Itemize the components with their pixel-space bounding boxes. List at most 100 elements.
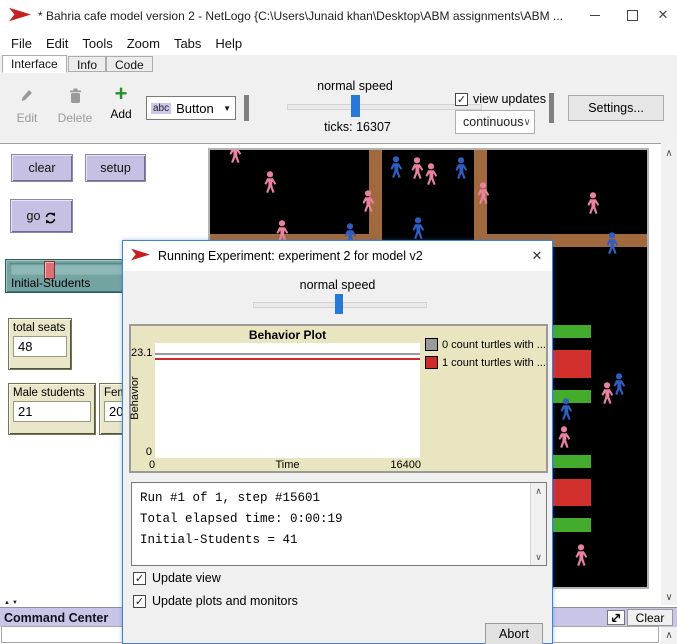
plot-ymax-tick: 23.1	[131, 347, 152, 359]
blue-student-agent	[413, 217, 425, 239]
forever-loop-icon	[45, 212, 56, 227]
menu-zoom[interactable]: Zoom	[120, 34, 167, 53]
update-view-checkbox[interactable]: ✓	[133, 572, 146, 585]
blue-student-agent	[614, 373, 626, 395]
update-mode-value: continuous	[463, 115, 523, 129]
speed-slider-thumb[interactable]	[351, 95, 360, 117]
total-seats-value: 48	[13, 336, 67, 357]
vertical-scrollbar[interactable]: ∧ ∨	[661, 143, 677, 605]
menu-file[interactable]: File	[4, 34, 39, 53]
update-plots-checkbox[interactable]: ✓	[133, 595, 146, 608]
pink-student-agent	[265, 171, 277, 193]
ticks-counter: ticks: 16307	[295, 120, 420, 134]
output-scroll-down-icon[interactable]: ∨	[531, 550, 546, 564]
maximize-button[interactable]	[615, 0, 649, 30]
output-line: Total elapsed time: 0:00:19	[140, 509, 523, 530]
legend-entry: 0 count turtles with ...	[425, 338, 545, 351]
plot-series-line	[155, 358, 420, 360]
chevron-down-icon: ∨	[523, 117, 530, 128]
scroll-up-icon[interactable]: ∧	[661, 145, 677, 161]
dialog-speed-label: normal speed	[123, 278, 552, 292]
blue-student-agent	[391, 156, 403, 178]
netlogo-logo-icon	[9, 7, 31, 25]
dialog-title: Running Experiment: experiment 2 for mod…	[158, 249, 522, 263]
plot-title: Behavior Plot	[155, 328, 420, 342]
initial-students-slider-label: Initial-Students	[11, 276, 90, 290]
plus-icon: +	[115, 85, 128, 103]
plot-area	[155, 343, 420, 458]
go-button[interactable]: go	[10, 199, 73, 233]
go-button-label: go	[27, 209, 41, 223]
dialog-speed-thumb[interactable]	[335, 294, 343, 314]
view-updates-row: ✓ view updates	[455, 92, 546, 106]
plot-y-axis-label: Behavior	[129, 368, 141, 428]
close-button[interactable]: ✕	[646, 0, 677, 30]
update-view-label: Update view	[152, 571, 221, 585]
output-scroll-up-icon[interactable]: ∧	[531, 484, 546, 498]
speed-slider-track[interactable]	[287, 104, 482, 110]
clear-button-label: clear	[28, 161, 55, 175]
menu-edit[interactable]: Edit	[39, 34, 75, 53]
minimize-button[interactable]	[578, 0, 612, 30]
pink-student-agent	[576, 544, 588, 566]
male-students-label: Male students	[13, 387, 91, 399]
plot-ymin-tick: 0	[131, 446, 152, 458]
add-tool-button[interactable]: + Add	[104, 85, 138, 121]
minimize-icon	[590, 15, 600, 16]
experiment-output-box[interactable]: Run #1 of 1, step #15601Total elapsed ti…	[131, 482, 547, 566]
dialog-close-button[interactable]: ✕	[522, 248, 552, 264]
update-mode-dropdown[interactable]: continuous ∨	[455, 110, 535, 134]
interface-toolbar: Edit Delete + Add abc Button ▼ normal sp…	[0, 73, 677, 144]
abort-button[interactable]: Abort	[485, 623, 543, 644]
command-scroll-up-icon[interactable]: ∧	[661, 627, 677, 644]
tab-info[interactable]: Info	[68, 56, 106, 72]
male-students-monitor: Male students 21	[8, 383, 96, 435]
tab-code[interactable]: Code	[106, 56, 153, 72]
command-center-resize-button[interactable]	[607, 610, 625, 625]
dropdown-arrow-icon: ▼	[223, 104, 231, 113]
widget-type-value: Button	[176, 101, 223, 116]
tab-interface[interactable]: Interface	[2, 55, 67, 73]
abc-widget-icon: abc	[151, 103, 171, 114]
output-scrollbar[interactable]: ∧ ∨	[530, 483, 546, 565]
trash-icon	[69, 88, 82, 107]
blue-student-agent	[456, 157, 468, 179]
netlogo-window: * Bahria cafe model version 2 - NetLogo …	[0, 0, 677, 644]
plot-legend: 0 count turtles with ...1 count turtles …	[425, 338, 545, 374]
window-title: * Bahria cafe model version 2 - NetLogo …	[38, 9, 563, 23]
setup-button[interactable]: setup	[85, 154, 146, 182]
add-tool-label: Add	[110, 107, 131, 121]
pink-student-agent	[559, 426, 571, 448]
scroll-down-icon[interactable]: ∨	[661, 589, 677, 605]
plot-xmax-tick: 16400	[381, 459, 421, 471]
plot-series-line	[155, 353, 420, 355]
menu-tools[interactable]: Tools	[75, 34, 119, 53]
command-center-title: Command Center	[0, 611, 108, 625]
view-updates-checkbox[interactable]: ✓	[455, 93, 468, 106]
toolbar-separator-2	[549, 93, 554, 123]
command-center-clear-button[interactable]: Clear	[627, 609, 673, 626]
menu-tabs[interactable]: Tabs	[167, 34, 208, 53]
setup-button-label: setup	[100, 161, 131, 175]
behavior-plot-panel: Behavior Plot 23.1 0 Behavior 0 Time 164…	[129, 324, 548, 473]
delete-tool-button[interactable]: Delete	[52, 88, 98, 125]
diagonal-resize-icon	[610, 612, 622, 623]
menu-help[interactable]: Help	[208, 34, 249, 53]
command-center-collapse-icon[interactable]: ▲▼	[4, 600, 20, 606]
update-plots-label: Update plots and monitors	[152, 594, 298, 608]
edit-tool-button[interactable]: Edit	[8, 88, 46, 125]
pink-student-agent	[426, 163, 438, 185]
settings-button[interactable]: Settings...	[568, 95, 664, 121]
toolbar-separator	[244, 95, 249, 121]
total-seats-monitor: total seats 48	[8, 318, 72, 370]
widget-type-dropdown[interactable]: abc Button ▼	[146, 96, 236, 120]
pencil-icon	[20, 88, 34, 107]
legend-swatch-icon	[425, 338, 438, 351]
speed-slider-label: normal speed	[285, 79, 425, 93]
dialog-title-bar: Running Experiment: experiment 2 for mod…	[123, 241, 552, 271]
netlogo-logo-icon	[131, 248, 150, 264]
delete-tool-label: Delete	[58, 111, 93, 125]
output-line: Initial-Students = 41	[140, 530, 523, 551]
clear-button[interactable]: clear	[11, 154, 73, 182]
maximize-icon	[627, 10, 638, 21]
